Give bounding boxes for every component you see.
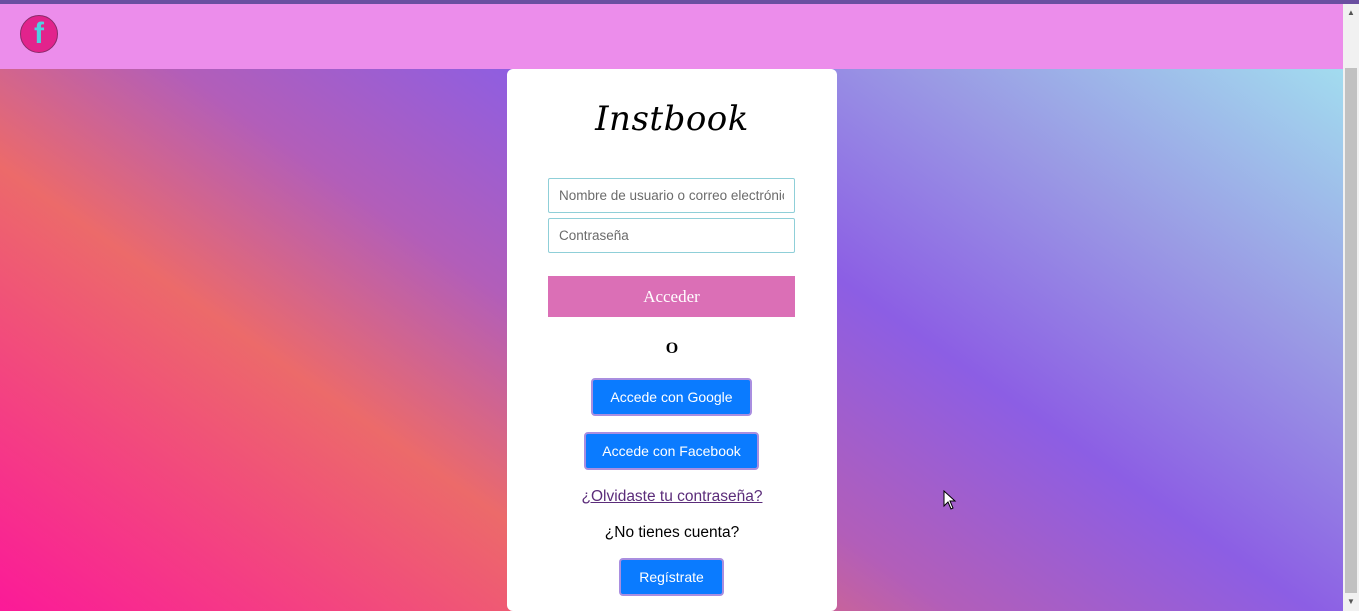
no-account-text: ¿No tienes cuenta? [604, 524, 740, 541]
logo-letter: f [34, 17, 44, 50]
scroll-down-arrow-icon[interactable]: ▼ [1343, 595, 1359, 609]
google-login-button[interactable]: Accede con Google [591, 378, 752, 416]
login-card: Instbook Acceder O Accede con Google Acc… [507, 69, 837, 611]
scroll-up-arrow-icon[interactable]: ▲ [1343, 6, 1359, 20]
password-input[interactable] [548, 218, 795, 253]
top-navbar: f [0, 4, 1343, 69]
brand-title: Instbook [595, 99, 749, 139]
register-button[interactable]: Regístrate [619, 558, 724, 596]
login-button[interactable]: Acceder [548, 276, 795, 317]
vertical-scrollbar[interactable]: ▲ ▼ [1343, 4, 1359, 611]
or-separator: O [665, 340, 679, 357]
forgot-password-link[interactable]: ¿Olvidaste tu contraseña? [507, 488, 837, 506]
scrollbar-thumb[interactable] [1345, 68, 1357, 593]
facebook-f-icon[interactable]: f [20, 15, 58, 53]
facebook-login-button[interactable]: Accede con Facebook [584, 432, 759, 470]
username-email-input[interactable] [548, 178, 795, 213]
mouse-pointer-icon [943, 489, 957, 515]
